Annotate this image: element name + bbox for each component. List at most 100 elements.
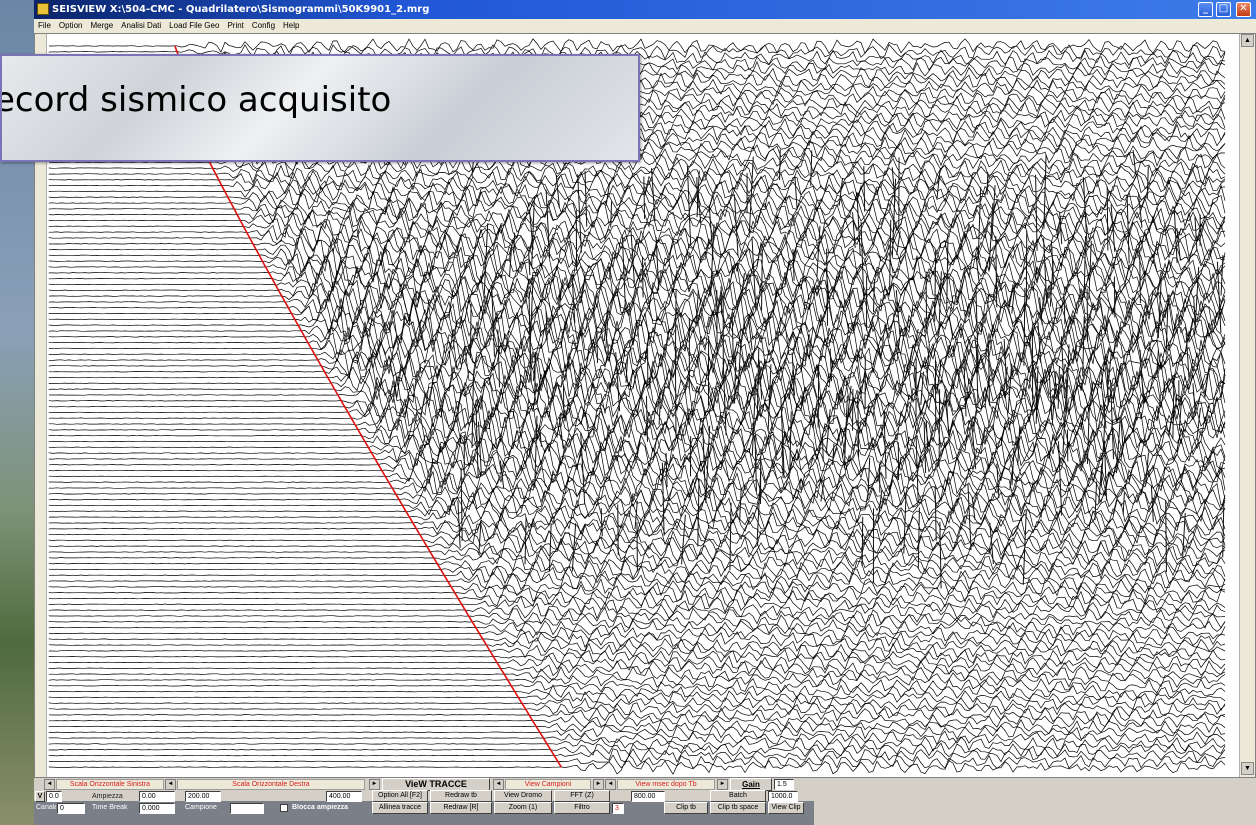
trace-spike — [642, 256, 644, 298]
trace-spike — [1122, 492, 1125, 515]
seismic-trace — [48, 748, 1226, 764]
campioni-increase-arrow-icon[interactable]: ► — [593, 779, 604, 790]
seismic-trace — [48, 677, 1226, 694]
trace-spike — [896, 230, 901, 255]
scala-sinistra-slider[interactable]: Scala Orizzontale Sinistra — [56, 779, 164, 790]
trace-spike — [939, 521, 942, 589]
ampiezza-label: Ampiezza — [92, 793, 123, 800]
campione-input[interactable] — [230, 803, 264, 814]
scala-destra-slider[interactable]: Scala Orizzontale Destra — [177, 779, 365, 790]
trace-spike — [580, 433, 586, 505]
trace-spike — [1110, 204, 1116, 252]
trace-spike — [697, 190, 702, 225]
trace-spike — [734, 356, 737, 404]
trace-spike — [810, 150, 813, 186]
seismic-trace — [48, 416, 1226, 455]
msec-decrease-arrow-icon[interactable]: ◄ — [605, 779, 616, 790]
view-campioni-slider[interactable]: View Campioni — [505, 779, 591, 790]
clip-tb-button[interactable]: Clip tb — [664, 802, 708, 814]
batch-button[interactable]: Batch — [710, 790, 766, 802]
seismic-trace — [48, 613, 1226, 631]
menu-print[interactable]: Print — [223, 19, 247, 33]
v-button[interactable]: V — [35, 791, 45, 802]
trace-spike — [558, 416, 564, 449]
trace-spike — [499, 460, 505, 489]
scroll-down-arrow-icon[interactable]: ▼ — [1241, 762, 1254, 775]
trace-spike — [915, 435, 919, 503]
v-value-input[interactable]: 0.0 — [46, 791, 62, 802]
trace-spike — [895, 290, 901, 336]
trace-spike — [794, 175, 798, 210]
scala-sinistra-input[interactable]: 200.00 — [185, 791, 221, 802]
msec-increase-arrow-icon[interactable]: ► — [717, 779, 728, 790]
menu-bar: File Option Merge Analisi Dati Load File Geo… — [34, 19, 1256, 33]
allinea-tracce-button[interactable]: Allinea tracce — [372, 802, 428, 814]
scroll-up-arrow-icon[interactable]: ▲ — [1241, 34, 1254, 47]
seismic-trace — [48, 690, 1226, 705]
menu-analisi-dati[interactable]: Analisi Dati — [117, 19, 165, 33]
vertical-scrollbar[interactable]: ▲ ▼ — [1239, 34, 1255, 777]
redraw-tb-button[interactable]: Redraw tb — [430, 790, 492, 802]
redraw-r-button[interactable]: Redraw [R] — [430, 802, 492, 814]
trace-spike — [469, 303, 472, 358]
trace-spike — [674, 288, 677, 365]
view-msec-slider[interactable]: View msec dopo Tb — [617, 779, 715, 790]
menu-option[interactable]: Option — [55, 19, 87, 33]
menu-config[interactable]: Config — [248, 19, 279, 33]
clip-tb-space-button[interactable]: Clip tb space — [710, 802, 766, 814]
seismic-trace — [48, 404, 1226, 444]
trace-spike — [872, 278, 876, 312]
seismic-trace — [48, 725, 1226, 740]
campioni-decrease-arrow-icon[interactable]: ◄ — [493, 779, 504, 790]
trace-spike — [524, 517, 527, 565]
seismic-trace — [48, 378, 1226, 421]
blocca-ampiezza-checkbox[interactable] — [280, 804, 288, 812]
scale-right-decrease-arrow-icon[interactable]: ◄ — [165, 779, 176, 790]
menu-load-file-geo[interactable]: Load File Geo — [165, 19, 223, 33]
trace-spike — [832, 443, 835, 465]
trace-spike — [761, 249, 763, 311]
gain-input[interactable]: 1.5 — [774, 779, 794, 790]
scale-right-increase-arrow-icon[interactable]: ► — [369, 779, 380, 790]
control-panel: ◄ Scala Orizzontale Sinistra ◄ Scala Ori… — [34, 778, 1256, 825]
seismic-trace — [48, 308, 1226, 353]
ampiezza-input[interactable]: 0.00 — [139, 791, 175, 802]
seismic-trace — [48, 672, 1226, 688]
trace-spike — [705, 425, 711, 503]
trace-spike — [1132, 150, 1137, 173]
view-clip-button[interactable]: View Clip — [768, 802, 804, 814]
trace-spike — [914, 366, 916, 389]
menu-help[interactable]: Help — [279, 19, 303, 33]
trace-spike — [1194, 216, 1198, 252]
trace-spike — [697, 478, 700, 547]
menu-file[interactable]: File — [34, 19, 55, 33]
canale-input[interactable]: 0 — [57, 803, 85, 814]
title-bar[interactable]: SEISVIEW X:\504-CMC - Quadrilatero\Sismo… — [34, 0, 1256, 19]
blocca-ampiezza-label: Blocca ampiezza — [292, 804, 349, 811]
time-break-input[interactable]: 0.000 — [139, 803, 175, 814]
trace-spike — [655, 236, 660, 291]
minimize-button[interactable]: _ — [1198, 2, 1213, 17]
window-title: SEISVIEW X:\504-CMC - Quadrilatero\Sismo… — [52, 4, 430, 15]
fft-button[interactable]: FFT (Z) — [554, 790, 610, 802]
trace-spike — [513, 232, 516, 254]
view-dromo-button[interactable]: View Dromo — [494, 790, 552, 802]
trace-spike — [863, 166, 866, 212]
zoom-button[interactable]: Zoom (1) — [494, 802, 552, 814]
seismic-trace — [48, 217, 1226, 247]
trace-spike — [1060, 336, 1065, 399]
maximize-button[interactable]: □ — [1216, 2, 1231, 17]
filtro-button[interactable]: Filtro — [554, 802, 610, 814]
seismic-trace — [48, 293, 1226, 335]
trace-spike — [531, 196, 535, 266]
close-button[interactable]: ✕ — [1236, 2, 1251, 17]
menu-merge[interactable]: Merge — [86, 19, 117, 33]
msec-input[interactable]: 800.00 — [631, 791, 665, 802]
scala-destra-input[interactable]: 400.00 — [326, 791, 362, 802]
scale-left-decrease-arrow-icon[interactable]: ◄ — [44, 779, 55, 790]
batch-input[interactable]: 1000.0 — [768, 791, 798, 802]
seismic-trace — [48, 625, 1226, 642]
trace-spike — [528, 252, 531, 275]
option-all-button[interactable]: Option All [F2] — [372, 790, 428, 802]
filtro-input[interactable]: 3 — [612, 803, 624, 814]
